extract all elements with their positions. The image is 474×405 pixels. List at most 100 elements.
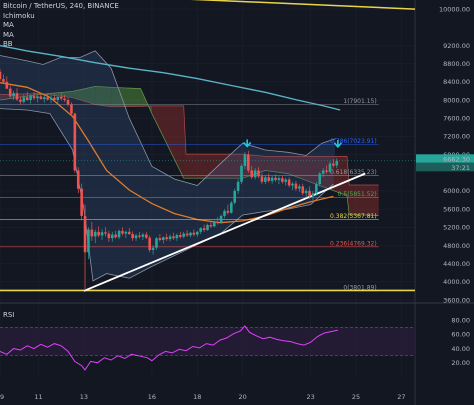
candle-up: [236, 181, 240, 191]
candle-down: [114, 234, 117, 238]
candle-up: [199, 228, 202, 232]
rsi-pane-label[interactable]: RSI: [3, 311, 14, 319]
candle-down: [226, 210, 230, 213]
price-axis-tick-label: 3600.00: [443, 296, 470, 304]
candle-up: [277, 178, 281, 180]
price-axis-tick-label: 7200.00: [443, 133, 470, 141]
time-axis-tick-label: 25: [352, 393, 360, 401]
chart-canvas[interactable]: 1(7901.15) 0.786(7023.91) 0.618(6335.23) 0.…: [0, 0, 474, 405]
candle-down: [8, 88, 12, 97]
candle-down: [294, 183, 298, 189]
candle-down: [301, 186, 305, 194]
candle-down: [158, 238, 162, 240]
candle-up: [36, 96, 39, 99]
candle-down: [39, 96, 43, 100]
candle-down: [216, 221, 220, 223]
price-axis-tick-label: 5600.00: [443, 205, 470, 213]
candle-up: [298, 186, 301, 189]
time-axis-tick-label: 18: [193, 393, 201, 401]
candle-up: [182, 233, 185, 237]
candle-down: [165, 237, 168, 240]
candle-down: [90, 229, 94, 237]
price-axis-tick-label: 8400.00: [443, 78, 470, 86]
candle-down: [308, 190, 311, 197]
candle-down: [332, 163, 335, 166]
candle-up: [56, 96, 60, 100]
price-axis-tick-label: 8000.00: [443, 96, 470, 104]
time-axis-tick-label: 20: [239, 393, 247, 401]
candle-up: [155, 238, 158, 248]
candle-down: [63, 98, 66, 100]
ichimoku-cloud-segment: [151, 105, 184, 179]
candle-up: [233, 190, 237, 203]
price-axis-tick-label: 10000.00: [439, 5, 470, 13]
time-axis-tick-label: 23: [307, 393, 315, 401]
indicator-bb[interactable]: BB: [3, 40, 119, 50]
candle-down: [15, 93, 19, 100]
price-axis-tick-label: 4000.00: [443, 278, 470, 286]
candle-up: [328, 163, 332, 172]
candle-down: [257, 170, 260, 177]
indicator-ma-1[interactable]: MA: [3, 21, 119, 31]
rsi-axis-tick-label: 80.00: [451, 317, 470, 325]
candle-down: [192, 232, 196, 235]
candle-down: [202, 228, 206, 230]
candle-up: [240, 165, 243, 182]
candle-up: [22, 97, 26, 102]
candle-down: [83, 215, 87, 253]
candle-down: [247, 154, 250, 171]
candle-up: [243, 154, 247, 166]
symbol-title[interactable]: Bitcoin / TetherUS, 240, BINANCE: [3, 2, 119, 12]
candle-up: [168, 236, 172, 240]
candle-up: [93, 231, 97, 237]
candle-up: [117, 230, 121, 238]
candle-down: [19, 99, 22, 102]
fib-level-label: 0.5(5851.52): [338, 191, 377, 198]
candle-up: [161, 237, 165, 240]
candle-up: [311, 193, 315, 197]
candle-up: [87, 229, 90, 253]
candle-down: [185, 233, 189, 236]
candle-up: [264, 177, 267, 182]
time-axis-tick-label: 09: [0, 393, 4, 401]
candle-up: [219, 215, 223, 223]
fib-level-label: 0.618(6335.23): [330, 169, 377, 176]
candle-up: [195, 231, 199, 235]
candle-up: [134, 235, 138, 239]
price-axis-tick-label: 4800.00: [443, 242, 470, 250]
candle-up: [270, 177, 274, 181]
candle-down: [172, 236, 175, 239]
candle-up: [175, 235, 179, 239]
fib-level-label: 0.236(4769.32): [330, 240, 377, 247]
candle-down: [76, 170, 80, 189]
candle-down: [80, 188, 83, 216]
time-axis-tick-label: 13: [80, 393, 88, 401]
countdown-label: 37:21: [451, 164, 470, 172]
candle-up: [49, 97, 53, 100]
candle-up: [213, 221, 216, 227]
chart-legend: Bitcoin / TetherUS, 240, BINANCE Ichimok…: [3, 2, 119, 50]
candle-down: [281, 178, 284, 182]
candle-down: [138, 235, 141, 237]
price-axis-tick-label: 6000.00: [443, 187, 470, 195]
indicator-ma-2[interactable]: MA: [3, 31, 119, 41]
candle-down: [59, 96, 63, 99]
candle-up: [315, 184, 318, 194]
candle-down: [2, 79, 5, 82]
candle-down: [178, 235, 182, 237]
fib-level-label: 0.786(7023.91): [330, 138, 377, 145]
ichimoku-cloud-segment: [349, 185, 379, 216]
rsi-axis-tick-label: 40.00: [451, 345, 470, 353]
candle-up: [124, 231, 128, 234]
indicator-ichimoku[interactable]: Ichimoku: [3, 12, 119, 22]
candle-down: [107, 233, 111, 239]
candle-down: [144, 234, 148, 238]
candle-up: [291, 183, 294, 186]
candle-up: [141, 234, 145, 237]
candle-up: [318, 173, 322, 185]
candle-down: [209, 225, 213, 227]
rsi-axis-tick-label: 60.00: [451, 331, 470, 339]
last-price-label: 6662.30: [443, 155, 470, 163]
candle-down: [73, 113, 77, 171]
price-axis-tick-label: 5200.00: [443, 224, 470, 232]
